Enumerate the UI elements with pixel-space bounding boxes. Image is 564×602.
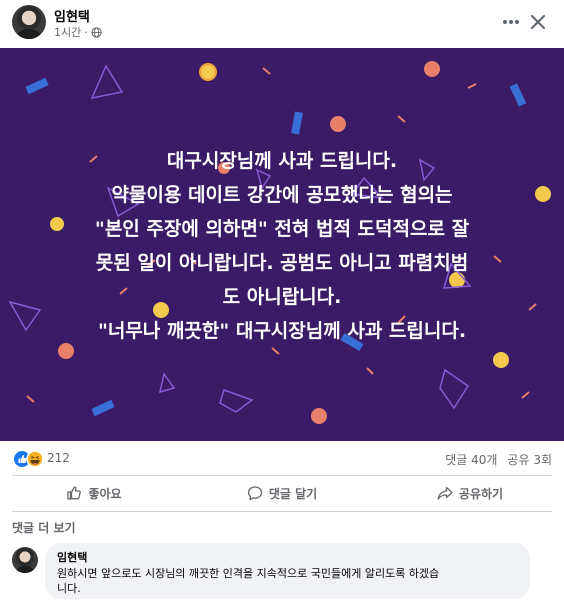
comment-text-line: 원하시면 앞으로도 시장님의 깨끗한 인격을 지속적으로 국민들에게 알리도록 … bbox=[57, 567, 440, 580]
view-more-comments-link[interactable]: 댓글 더 보기 bbox=[12, 519, 76, 536]
comment-bubble: 임현택 원하시면 앞으로도 시장님의 깨끗한 인격을 지속적으로 국민들에게 알… bbox=[45, 543, 530, 599]
share-count[interactable]: 공유 3회 bbox=[507, 451, 552, 468]
like-label: 좋아요 bbox=[88, 486, 122, 501]
haha-icon bbox=[26, 450, 44, 468]
thumbs-up-icon bbox=[67, 486, 82, 500]
post-text-line: "너무나 깨끗한" 대구시장님께 사과 드립니다. bbox=[97, 320, 467, 342]
post-text: 대구시장님께 사과 드립니다. 약물이용 데이트 강간에 공모했다는 혐의는 "… bbox=[0, 144, 564, 348]
divider bbox=[12, 475, 552, 476]
divider bbox=[12, 511, 552, 512]
comment-button[interactable]: 댓글 달기 bbox=[188, 478, 376, 508]
post-text-line: 대구시장님께 사과 드립니다. bbox=[166, 150, 398, 172]
post-meta: 1시간 · bbox=[54, 24, 102, 40]
more-horizontal-icon bbox=[503, 20, 519, 24]
more-options-button[interactable] bbox=[497, 8, 525, 36]
comment-icon bbox=[247, 486, 262, 501]
comment-text-line: 니다. bbox=[57, 582, 81, 595]
share-icon bbox=[437, 486, 453, 500]
post-time[interactable]: 1시간 bbox=[54, 24, 81, 40]
like-button[interactable]: 좋아요 bbox=[0, 478, 188, 508]
commenter-avatar[interactable] bbox=[12, 547, 38, 573]
close-button[interactable] bbox=[524, 8, 552, 36]
post-banner: 대구시장님께 사과 드립니다. 약물이용 데이트 강간에 공모했다는 혐의는 "… bbox=[0, 48, 564, 441]
close-icon bbox=[531, 15, 545, 29]
author-name[interactable]: 임현택 bbox=[54, 6, 90, 25]
comment-count[interactable]: 댓글 40개 bbox=[445, 451, 497, 468]
post-header: 임현택 1시간 · bbox=[0, 0, 564, 46]
reaction-count[interactable]: 212 bbox=[47, 451, 70, 465]
share-button[interactable]: 공유하기 bbox=[376, 478, 564, 508]
author-avatar[interactable] bbox=[12, 5, 46, 39]
share-label: 공유하기 bbox=[458, 486, 504, 501]
post-stats: 댓글 40개 공유 3회 bbox=[445, 451, 552, 468]
commenter-name[interactable]: 임현택 bbox=[57, 549, 518, 565]
globe-icon bbox=[91, 26, 102, 38]
post-text-line: "본인 주장에 의하면" 전혀 법적 도덕적으로 잘 bbox=[94, 218, 470, 240]
reactions-bar: 212 댓글 40개 공유 3회 bbox=[0, 446, 564, 472]
post-text-line: 약물이용 데이트 강간에 공모했다는 혐의는 bbox=[111, 184, 453, 206]
post-text-line: 못된 일이 아니랍니다. 공범도 아니고 파렴치범 bbox=[95, 252, 469, 274]
comment-label: 댓글 달기 bbox=[268, 486, 318, 501]
post-text-line: 도 아니랍니다. bbox=[222, 286, 342, 308]
post-actions: 좋아요 댓글 달기 공유하기 bbox=[0, 478, 564, 508]
reaction-icons[interactable] bbox=[13, 450, 45, 468]
comment-text: 원하시면 앞으로도 시장님의 깨끗한 인격을 지속적으로 국민들에게 알리도록 … bbox=[57, 566, 518, 596]
